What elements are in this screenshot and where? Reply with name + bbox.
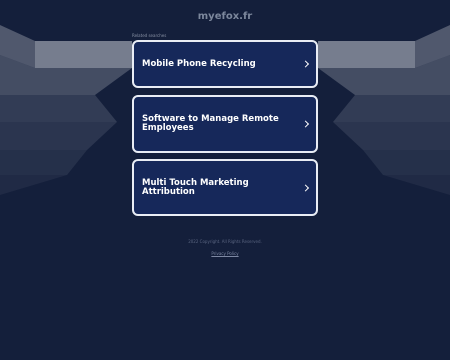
chevron-right-icon — [301, 183, 310, 192]
related-link-label: Multi Touch Marketing Attribution — [142, 177, 249, 197]
privacy-policy-link[interactable]: Privacy Policy — [0, 251, 450, 256]
chevron-right-icon — [301, 60, 310, 68]
related-link-label: Mobile Phone Recycling — [142, 58, 256, 69]
site-domain-title: myefox.fr — [197, 11, 253, 22]
chevron-right-icon — [301, 120, 310, 128]
related-link-mobile-phone-recycling[interactable]: Mobile Phone Recycling — [132, 40, 318, 88]
related-link-label: Software to Manage Remote Employees — [142, 114, 279, 133]
related-searches-label: Related searches — [132, 33, 167, 38]
copyright-text: 2022 Copyright. All Rights Reserved. — [188, 239, 262, 244]
related-link-software-remote-employees[interactable]: Software to Manage Remote Employees — [132, 95, 318, 153]
related-link-multi-touch-marketing[interactable]: Multi Touch Marketing Attribution — [132, 159, 318, 216]
